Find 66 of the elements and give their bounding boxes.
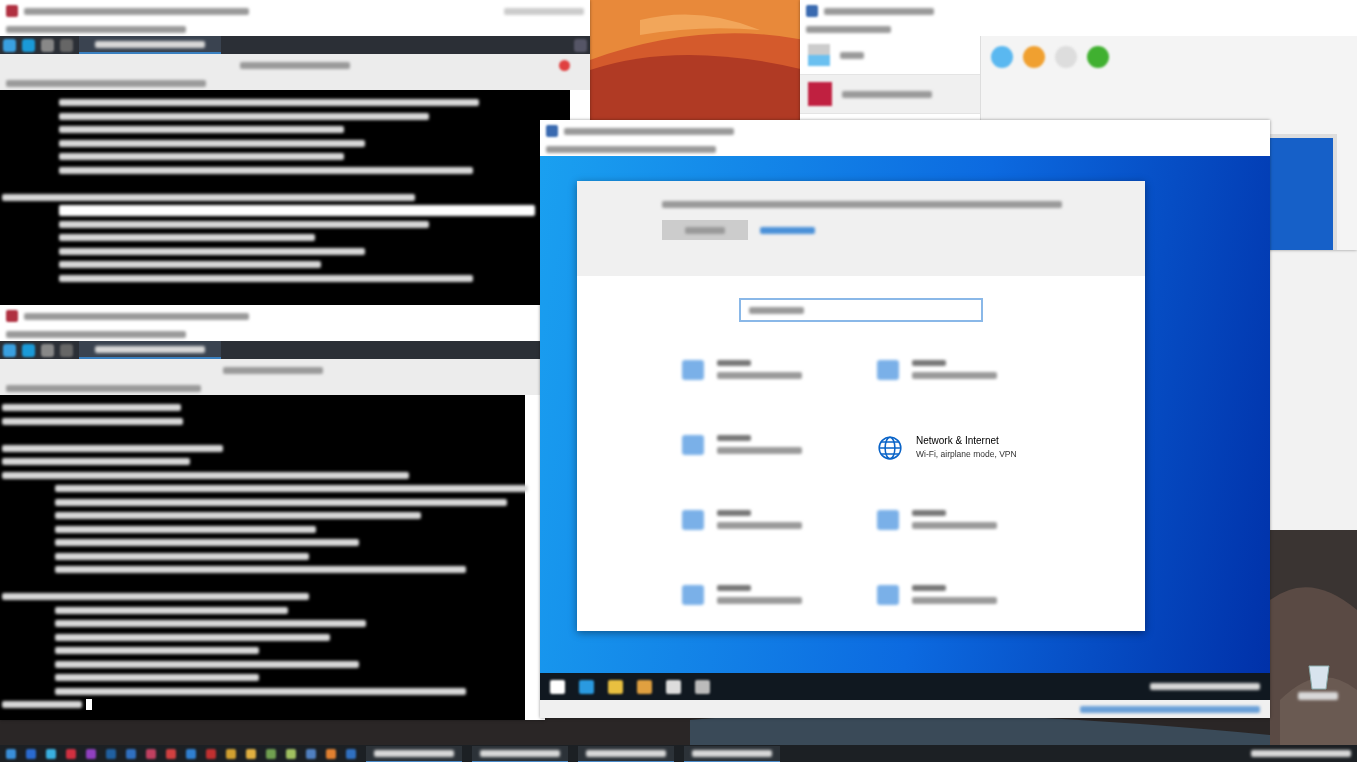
- taskbar-icon[interactable]: [186, 748, 196, 759]
- settings-icon: [877, 585, 899, 605]
- toolbar-icon[interactable]: [1087, 46, 1109, 68]
- blurred-text[interactable]: [717, 435, 751, 441]
- taskbar-icon[interactable]: [266, 748, 276, 759]
- settings-icon: [877, 510, 899, 530]
- taskbar-button[interactable]: [79, 36, 221, 54]
- taskbar-button[interactable]: [366, 745, 462, 762]
- settings-icon: [682, 360, 704, 380]
- taskbar-icon[interactable]: [286, 748, 296, 759]
- taskbar-icon[interactable]: [306, 748, 316, 759]
- globe-icon: [877, 435, 903, 461]
- link[interactable]: [760, 226, 815, 234]
- toolbar-icon[interactable]: [1023, 46, 1045, 68]
- blurred-text[interactable]: [717, 510, 751, 516]
- blurred-text[interactable]: [912, 510, 946, 516]
- vm-list-item[interactable]: [800, 75, 980, 114]
- taskbar-icon[interactable]: [146, 748, 156, 759]
- panel-icon[interactable]: [60, 343, 73, 357]
- panel-icon[interactable]: [574, 38, 587, 52]
- blurred-text[interactable]: [912, 360, 946, 366]
- taskbar-button[interactable]: [684, 745, 780, 762]
- taskbar-icon[interactable]: [550, 679, 565, 694]
- taskbar-icon[interactable]: [26, 748, 36, 759]
- app-icon: [6, 5, 18, 17]
- panel-icon[interactable]: [22, 343, 35, 357]
- panel-icon[interactable]: [3, 343, 16, 357]
- taskbar-button[interactable]: [578, 745, 674, 762]
- taskbar-icon[interactable]: [226, 748, 236, 759]
- blurred-text[interactable]: [717, 585, 751, 591]
- toolbar-icon[interactable]: [991, 46, 1013, 68]
- panel-icon[interactable]: [41, 343, 54, 357]
- taskbar-icon[interactable]: [637, 679, 652, 694]
- taskbar-icon[interactable]: [608, 679, 623, 694]
- search-field[interactable]: [739, 298, 983, 322]
- taskbar-icon[interactable]: [695, 679, 710, 694]
- taskbar-icon[interactable]: [166, 748, 176, 759]
- taskbar-icon[interactable]: [246, 748, 256, 759]
- taskbar-icon[interactable]: [46, 748, 56, 759]
- taskbar-button[interactable]: [472, 745, 568, 762]
- app-icon: [6, 310, 18, 322]
- panel-icon[interactable]: [41, 38, 54, 52]
- blurred-text: [840, 51, 864, 59]
- taskbar-icon[interactable]: [346, 748, 356, 759]
- taskbar-icon[interactable]: [666, 679, 681, 694]
- panel-icon[interactable]: [22, 38, 35, 52]
- taskbar-icon[interactable]: [6, 748, 16, 759]
- app-icon: [546, 125, 558, 137]
- settings-icon: [682, 435, 704, 455]
- settings-icon: [877, 360, 899, 380]
- taskbar-icon[interactable]: [326, 748, 336, 759]
- panel-icon[interactable]: [3, 38, 16, 52]
- blurred-text[interactable]: [717, 360, 751, 366]
- app-icon: [806, 5, 818, 17]
- blurred-text: [1298, 692, 1338, 700]
- tile-title[interactable]: Network & Internet: [916, 435, 1017, 446]
- tile-subtitle: Wi-Fi, airplane mode, VPN: [916, 449, 1017, 459]
- taskbar-icon[interactable]: [579, 679, 594, 694]
- taskbar-icon[interactable]: [126, 748, 136, 759]
- taskbar-button[interactable]: [79, 341, 221, 359]
- panel-icon[interactable]: [60, 38, 73, 52]
- settings-icon: [682, 585, 704, 605]
- blurred-text[interactable]: [912, 585, 946, 591]
- settings-icon: [682, 510, 704, 530]
- taskbar-icon[interactable]: [66, 748, 76, 759]
- banner-button[interactable]: [662, 220, 748, 240]
